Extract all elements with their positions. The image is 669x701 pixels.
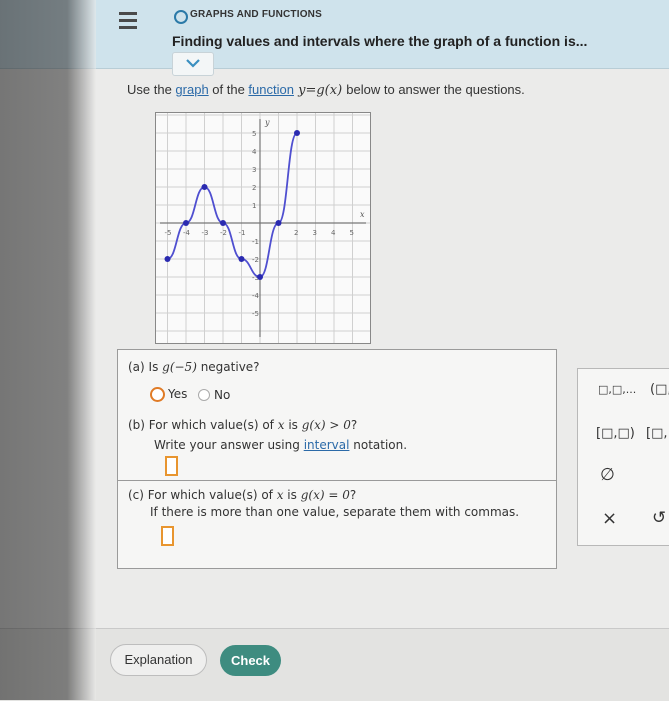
no-radio[interactable]: [198, 389, 210, 401]
graph-point: [201, 184, 208, 190]
y-tick-label: -1: [252, 238, 259, 246]
explanation-button[interactable]: Explanation: [110, 644, 207, 676]
function-link[interactable]: function: [248, 82, 294, 97]
x-tick-label: 4: [331, 229, 336, 237]
question-b-text: (b) For which value(s) of x is g(x) > 0?: [128, 418, 358, 432]
y-tick-label: 3: [252, 166, 256, 174]
topic-progress-icon: [174, 10, 188, 24]
check-button[interactable]: Check: [220, 645, 281, 676]
y-tick-label: 4: [252, 148, 257, 156]
footer-bar: [0, 628, 669, 701]
palette-closed-interval-button[interactable]: [□,: [646, 426, 668, 441]
x-tick-label: 5: [350, 229, 354, 237]
question-c-text: (c) For which value(s) of x is g(x) = 0?: [128, 488, 357, 502]
x-tick-label: -2: [220, 229, 227, 237]
y-tick-label: -2: [252, 256, 259, 264]
x-tick-label: -5: [165, 229, 172, 237]
x-tick-label: 3: [313, 229, 317, 237]
question-a-text: (a) Is g(−5) negative?: [128, 360, 260, 374]
header-bar: GRAPHS AND FUNCTIONS Finding values and …: [0, 0, 669, 76]
graph-point: [257, 274, 263, 280]
hamburger-menu-icon[interactable]: [119, 12, 137, 32]
graph-point: [238, 256, 245, 262]
clear-button[interactable]: ×: [602, 508, 617, 529]
y-tick-label: 2: [252, 184, 256, 192]
answer-c-input[interactable]: [161, 526, 174, 546]
undo-button[interactable]: ↺: [652, 508, 666, 528]
empty-set-button[interactable]: ∅: [600, 465, 615, 485]
y-tick-label: -4: [252, 292, 260, 300]
yes-label: Yes: [168, 387, 188, 401]
question-b-instructions: Write your answer using interval notatio…: [154, 438, 408, 452]
answer-b-input[interactable]: [165, 456, 178, 476]
palette-list-button[interactable]: □,□,...: [598, 383, 636, 396]
no-label: No: [214, 388, 231, 402]
x-tick-label: -3: [202, 229, 209, 237]
graph-canvas: -5 -4 -3 -2 -1 2 3 4 554321-1-2-3-4-5xy: [148, 113, 372, 343]
x-axis-label: x: [360, 210, 365, 219]
graph-point: [183, 220, 189, 226]
x-tick-label: -1: [239, 229, 246, 237]
interval-link[interactable]: interval: [304, 438, 350, 452]
question-c-box: (c) For which value(s) of x is g(x) = 0?…: [117, 480, 557, 569]
screen: GRAPHS AND FUNCTIONS Finding values and …: [0, 0, 669, 701]
math-palette: □,□,... (□, [□,□) [□, ∅ × ↺: [577, 368, 669, 546]
palette-half-open-interval-button[interactable]: [□,□): [596, 426, 635, 441]
expand-toggle[interactable]: [172, 52, 214, 76]
graph-point: [275, 220, 282, 226]
question-c-instructions: If there is more than one value, separat…: [150, 505, 520, 519]
yes-radio[interactable]: [150, 387, 165, 402]
y-tick-label: -5: [252, 310, 259, 318]
question-prompt: Use the graph of the function y=g(x) bel…: [127, 82, 525, 98]
y-tick-label: 1: [252, 202, 256, 210]
graph-link[interactable]: graph: [175, 82, 208, 97]
chevron-down-icon: [186, 59, 200, 68]
palette-open-interval-button[interactable]: (□,: [650, 382, 669, 397]
x-tick-label: 2: [294, 229, 298, 237]
graph-point: [164, 256, 171, 262]
x-tick-label: -4: [183, 229, 191, 237]
topic-label: GRAPHS AND FUNCTIONS: [190, 9, 322, 20]
y-tick-label: 5: [252, 130, 256, 138]
page-title: Finding values and intervals where the g…: [172, 33, 588, 49]
graph-point: [294, 130, 300, 136]
graph-point: [220, 220, 226, 226]
y-axis-label: y: [264, 118, 270, 127]
function-graph: -5 -4 -3 -2 -1 2 3 4 5 5 4 3 2 1 -1 -2 -3 -4 -5 x y: [148, 112, 372, 344]
